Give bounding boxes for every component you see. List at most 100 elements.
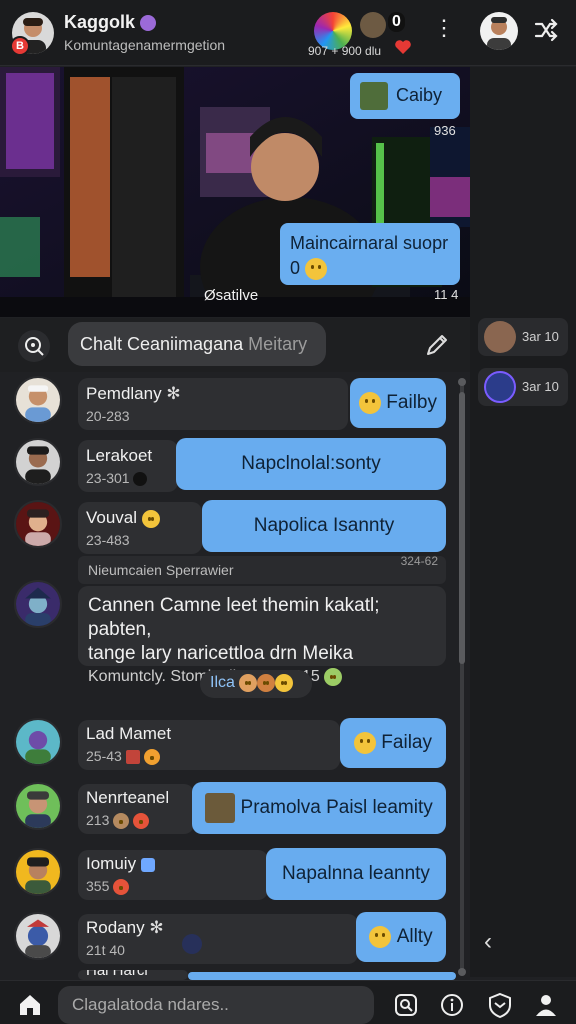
reaction-emoji[interactable] (257, 674, 276, 692)
chat-avatar[interactable] (14, 782, 62, 830)
stream-top-text: Caiby (396, 85, 443, 105)
message-card[interactable]: Iomuiy 355 (78, 850, 268, 900)
message-card[interactable]: Lad Mamet 25-43 (78, 720, 340, 770)
long-message-line: tange lary naricettloa drn Meika (88, 643, 354, 664)
chat-avatar[interactable] (14, 438, 62, 486)
message-time: 20-283 (86, 408, 130, 424)
rail-item-label: 3ar 10 (522, 379, 559, 394)
reply-bubble[interactable]: Failby (350, 378, 446, 428)
search-icon[interactable] (18, 330, 50, 362)
message-card[interactable]: Lerakoet 23-301 (78, 440, 178, 492)
chat-scrollbar[interactable] (458, 378, 466, 976)
tomato-icon (113, 879, 130, 896)
message-card[interactable]: Nenrteanel 213 (78, 784, 194, 834)
chat-avatar[interactable] (14, 912, 62, 960)
back-icon[interactable]: ‹ (484, 928, 506, 956)
chat-avatar[interactable] (14, 580, 62, 628)
chat-avatar[interactable] (14, 848, 62, 896)
gift-icon (125, 750, 140, 765)
channel-title: Kaggolk (64, 12, 157, 33)
message-time: 23-301 (86, 470, 148, 487)
gear-icon: ✻ (166, 384, 181, 403)
stream-top-bubble: Caiby (350, 73, 460, 119)
rail-item[interactable]: 3ar 10 (478, 318, 568, 356)
reaction-bar[interactable]: Ilca (200, 670, 312, 698)
message-time: 21t 40 (86, 942, 125, 958)
pencil-icon[interactable] (422, 330, 452, 360)
stream-overlay-label: Øsatilve (204, 287, 259, 304)
rail-item-label: 3ar 10 (522, 329, 559, 344)
smile-icon (305, 258, 328, 281)
more-icon[interactable]: ⋮ (432, 14, 456, 42)
reply-bubble[interactable]: Failay (340, 718, 446, 768)
message-card[interactable]: Hal Harcl (78, 970, 188, 980)
reaction-label: Ilca (210, 674, 235, 692)
scrollbar-cap-top (458, 378, 466, 386)
message-card[interactable]: Rodany ✻ 21t 40 (78, 914, 358, 964)
message-author: Rodany ✻ (86, 918, 164, 937)
reaction-emoji[interactable] (239, 674, 258, 692)
stream-video[interactable]: Caiby 936 Maincairnaral suopr 0 Øsatilve… (0, 67, 470, 317)
shield-icon[interactable] (484, 989, 516, 1021)
message-card[interactable]: Pemdlany ✻ 20-283 (78, 378, 348, 430)
reply-text: Napalnna leannty (282, 863, 430, 884)
search-square-icon[interactable] (390, 989, 422, 1021)
reply-text: Failby (386, 392, 437, 413)
message-time: 25-43 (86, 748, 160, 766)
reply-text: Failay (381, 732, 432, 753)
game-thumbnail (360, 82, 388, 110)
rail-item[interactable]: 3ar 10 (478, 368, 568, 406)
angry-icon (133, 813, 150, 830)
chat-avatar[interactable] (14, 718, 62, 766)
heart-icon (394, 38, 412, 56)
leaf-icon (324, 668, 343, 686)
reply-text: Pramolva Paisl leamity (240, 797, 433, 818)
reply-bubble[interactable]: Allty (356, 912, 446, 962)
app: B Kaggolk Komuntagenamermgetion 0 907 + … (0, 0, 576, 1024)
scrollbar-thumb[interactable] (459, 392, 465, 664)
viewer-avatar[interactable] (360, 12, 386, 38)
gear-icon: ✻ (149, 918, 164, 937)
message-author: Hal Harcl (86, 970, 148, 979)
smile-icon (359, 392, 382, 414)
rail-avatar (484, 321, 516, 353)
stream-caption-text: Maincairnaral suopr (290, 233, 449, 253)
profile-icon[interactable] (530, 989, 562, 1021)
home-icon[interactable] (14, 989, 46, 1021)
cube-icon (140, 857, 155, 872)
sword-icon (182, 934, 202, 954)
reply-bubble[interactable]: Napolica Isannty (202, 500, 446, 552)
reply-bubble[interactable]: Napalnna leannty (266, 848, 446, 900)
stream-time: 11 4 (434, 287, 459, 302)
system-message: Nieumcaien Sperrawier 324-62 (78, 554, 446, 584)
viewer-stats: 907 + 900 dlu (308, 44, 382, 58)
reply-bubble[interactable]: Pramolva Paisl leamity (192, 782, 446, 834)
reply-bubble[interactable]: Napclnolal:sonty (176, 438, 446, 490)
user-avatar[interactable] (480, 12, 518, 50)
reply-bubble[interactable] (188, 972, 456, 980)
search-input[interactable]: Chalt Ceaniimagana Meitary (68, 322, 326, 366)
scrollbar-cap-bottom (458, 968, 466, 976)
game-thumbnail (205, 793, 236, 823)
viewer-count: 0 (388, 12, 405, 32)
info-icon[interactable] (436, 989, 468, 1021)
message-composer[interactable]: Clagalatoda ndares.. (58, 986, 374, 1024)
shuffle-icon[interactable] (532, 16, 560, 44)
long-message[interactable]: Cannen Camne leet themin kakatl; pabten,… (78, 586, 446, 686)
message-time: 355 (86, 878, 130, 896)
notification-badge: B (10, 36, 30, 56)
message-time: 213 (86, 812, 150, 830)
chat-avatar[interactable] (14, 500, 62, 548)
message-card[interactable]: Vouval 23-483 (78, 502, 202, 554)
channel-subtitle: Komuntagenamermgetion (64, 37, 226, 53)
message-author: Lerakoet (86, 446, 153, 465)
right-rail (470, 67, 576, 977)
message-author: Lad Mamet (86, 724, 172, 743)
message-author: Vouval (86, 508, 160, 528)
rail-avatar (484, 371, 516, 403)
stream-caption-bubble: Maincairnaral suopr 0 (280, 223, 460, 285)
chat-avatar[interactable] (14, 376, 62, 424)
message-time: 23-483 (86, 532, 130, 548)
reaction-emoji[interactable] (275, 674, 294, 692)
stream-caption-extra: 0 (290, 258, 450, 281)
